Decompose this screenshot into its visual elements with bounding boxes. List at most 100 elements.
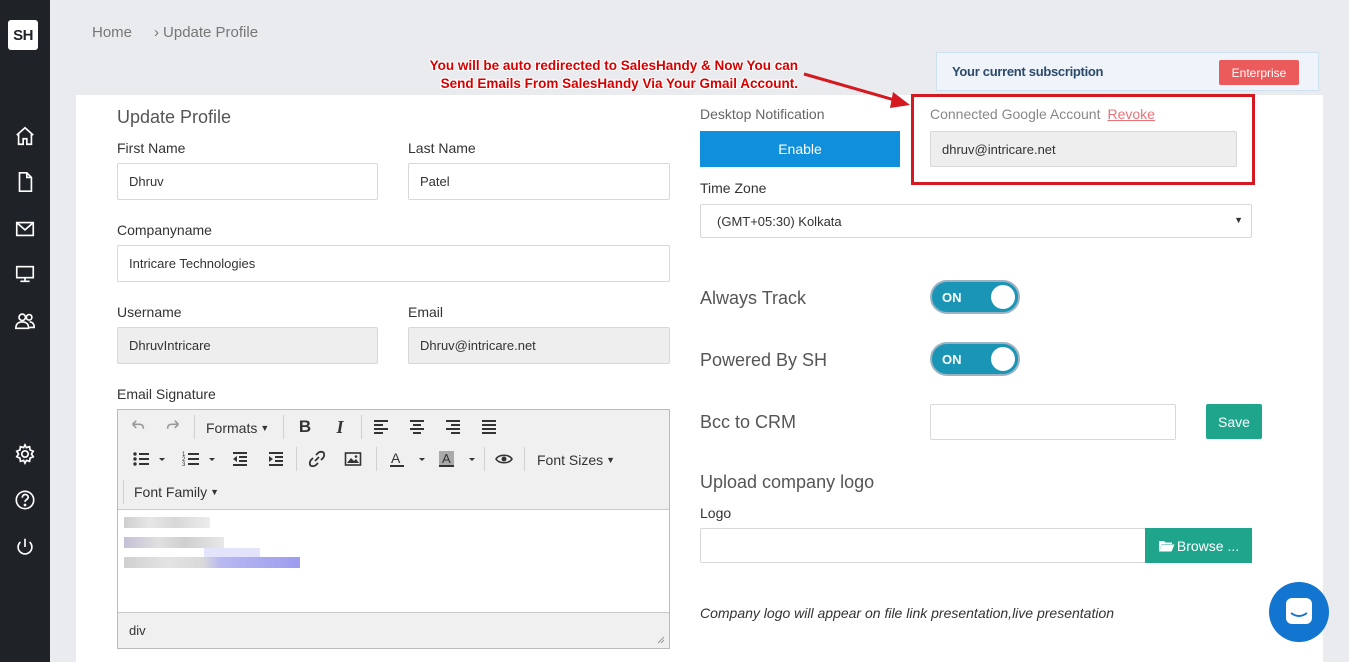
formats-dropdown[interactable]: Formats ▼	[206, 416, 269, 440]
username-field: DhruvIntricare	[117, 327, 378, 364]
document-icon[interactable]	[13, 170, 37, 194]
toolbar-divider	[376, 447, 377, 471]
resize-handle-icon[interactable]	[655, 634, 665, 644]
outdent-icon[interactable]	[230, 447, 250, 471]
svg-text:A: A	[442, 451, 451, 466]
users-icon[interactable]	[13, 309, 37, 333]
powered-by-toggle[interactable]: ON	[930, 342, 1020, 376]
indent-icon[interactable]	[266, 447, 286, 471]
plan-badge[interactable]: Enterprise	[1219, 60, 1299, 85]
callout-line-2: Send Emails From SalesHandy Via Your Gma…	[440, 76, 798, 91]
chevron-down-icon: ▼	[606, 455, 616, 465]
always-track-toggle[interactable]: ON	[930, 280, 1020, 314]
help-icon[interactable]	[13, 488, 37, 512]
power-icon[interactable]	[13, 535, 37, 559]
company-label: Companyname	[117, 222, 212, 238]
breadcrumb-separator: ›	[154, 24, 160, 41]
align-left-icon[interactable]	[371, 415, 391, 439]
chevron-down-icon: ▼	[1234, 215, 1243, 225]
highlight-box	[911, 94, 1255, 185]
first-name-label: First Name	[117, 140, 186, 156]
link-icon[interactable]	[307, 447, 327, 471]
folder-open-icon	[1158, 540, 1175, 551]
browse-button[interactable]: Browse ...	[1145, 528, 1252, 563]
image-icon[interactable]	[343, 447, 363, 471]
annotation-callout: You will be auto redirected to SalesHand…	[405, 57, 798, 93]
timezone-label: Time Zone	[700, 180, 767, 196]
font-family-label: Font Family	[134, 484, 208, 500]
bold-icon[interactable]: B	[295, 415, 315, 439]
first-name-field[interactable]: Dhruv	[117, 163, 378, 200]
numbered-list-icon[interactable]: 123	[180, 447, 220, 471]
font-sizes-label: Font Sizes	[537, 452, 604, 468]
powered-by-label: Powered By SH	[700, 350, 828, 370]
save-button[interactable]: Save	[1206, 404, 1262, 439]
align-right-icon[interactable]	[443, 415, 463, 439]
subscription-bar: Your current subscription Enterprise	[936, 52, 1319, 91]
chevron-down-icon: ▼	[210, 487, 220, 497]
svg-text:A: A	[391, 450, 401, 466]
align-center-icon[interactable]	[407, 415, 427, 439]
breadcrumb-current: Update Profile	[163, 24, 259, 41]
logo-note: Company logo will appear on file link pr…	[700, 605, 1115, 621]
bcc-crm-label: Bcc to CRM	[700, 412, 797, 432]
timezone-value: (GMT+05:30) Kolkata	[717, 213, 842, 229]
upload-logo-title: Upload company logo	[700, 472, 875, 492]
monitor-icon[interactable]	[13, 262, 37, 286]
toolbar-divider	[123, 480, 124, 504]
email-field: Dhruv@intricare.net	[408, 327, 670, 364]
font-sizes-dropdown[interactable]: Font Sizes ▼	[537, 448, 615, 472]
breadcrumb: Home › Update Profile	[92, 24, 258, 41]
undo-icon[interactable]	[128, 415, 148, 439]
toolbar-divider	[484, 447, 485, 471]
toggle-knob	[991, 347, 1015, 371]
align-justify-icon[interactable]	[479, 415, 499, 439]
bullet-list-icon[interactable]	[130, 447, 170, 471]
page-title: Update Profile	[117, 107, 232, 127]
toggle-state: ON	[942, 290, 962, 305]
always-track-label: Always Track	[700, 288, 807, 308]
bcc-crm-input[interactable]	[930, 404, 1176, 440]
toolbar-divider	[283, 415, 284, 439]
toolbar-divider	[361, 415, 362, 439]
callout-line-1: You will be auto redirected to SalesHand…	[429, 58, 798, 73]
chevron-down-icon: ▼	[260, 423, 270, 433]
browse-label: Browse ...	[1176, 537, 1240, 554]
company-field[interactable]: Intricare Technologies	[117, 245, 670, 282]
app-logo[interactable]: SH	[8, 20, 38, 50]
last-name-field[interactable]: Patel	[408, 163, 670, 200]
breadcrumb-home[interactable]: Home	[92, 24, 132, 41]
italic-icon[interactable]: I	[330, 415, 350, 439]
sidebar: SH	[0, 0, 50, 662]
blurred-signature-line	[124, 537, 224, 548]
subscription-label: Your current subscription	[952, 64, 1104, 79]
toggle-knob	[991, 285, 1015, 309]
chat-icon	[1286, 598, 1312, 624]
background-color-icon[interactable]: A	[436, 447, 480, 471]
chat-widget-button[interactable]	[1269, 582, 1329, 642]
toolbar-divider	[194, 415, 195, 439]
logo-label: Logo	[700, 505, 732, 521]
signature-label: Email Signature	[117, 386, 216, 402]
enable-notification-button[interactable]: Enable	[700, 131, 900, 167]
formats-label: Formats	[206, 420, 258, 436]
editor-content[interactable]	[118, 511, 669, 611]
element-path: div	[129, 623, 146, 638]
annotation-arrow-icon	[803, 72, 910, 108]
gear-icon[interactable]	[13, 442, 37, 466]
editor-status-bar: div	[118, 612, 669, 648]
signature-editor: Formats ▼ B I 123 A A Font Sizes ▼ Font …	[117, 409, 670, 649]
toggle-state: ON	[942, 352, 962, 367]
preview-eye-icon[interactable]	[494, 447, 514, 471]
home-icon[interactable]	[13, 124, 37, 148]
toolbar-divider	[296, 447, 297, 471]
blurred-signature-line	[124, 517, 210, 528]
svg-text:3: 3	[182, 462, 186, 468]
text-color-icon[interactable]: A	[386, 447, 430, 471]
mail-icon[interactable]	[13, 217, 37, 241]
last-name-label: Last Name	[408, 140, 476, 156]
timezone-select[interactable]: (GMT+05:30) Kolkata ▼	[700, 204, 1252, 238]
font-family-dropdown[interactable]: Font Family ▼	[134, 480, 219, 504]
logo-file-input[interactable]	[700, 528, 1146, 563]
redo-icon[interactable]	[163, 415, 183, 439]
